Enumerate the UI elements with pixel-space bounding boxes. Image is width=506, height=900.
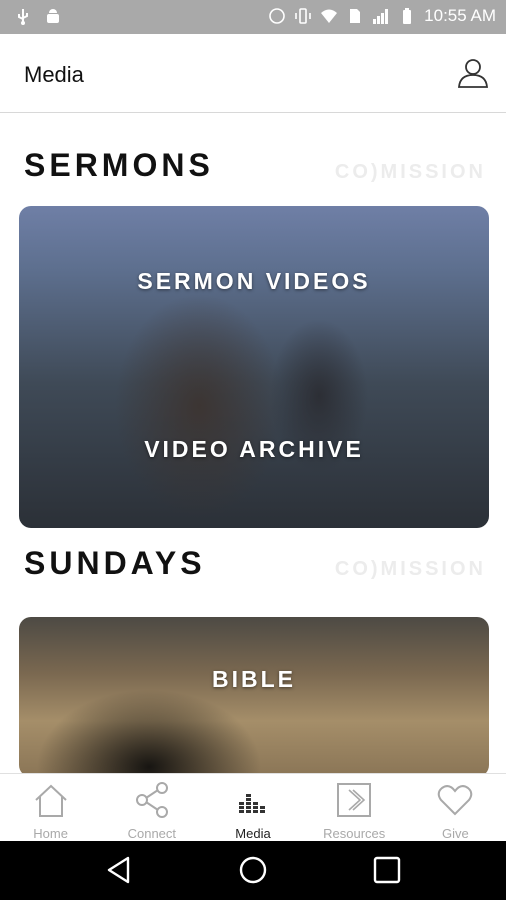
nav-item-media[interactable]: Media	[202, 774, 303, 842]
nav-label-resources: Resources	[323, 826, 386, 841]
video-archive-link[interactable]: VIDEO ARCHIVE	[19, 436, 489, 463]
wifi-icon	[321, 9, 338, 23]
system-nav-bar	[0, 841, 506, 900]
section-watermark-sermons: CO)MISSION	[334, 161, 486, 183]
nav-label-home: Home	[33, 826, 68, 841]
nav-item-home[interactable]: Home	[0, 774, 101, 842]
usb-icon	[18, 9, 28, 25]
battery-icon	[403, 8, 412, 24]
nav-item-resources[interactable]: Resources	[304, 774, 405, 842]
section-title-sermons: SERMONS	[24, 147, 214, 183]
nav-item-give[interactable]: Give	[405, 774, 506, 842]
bible-link[interactable]: BIBLE	[19, 666, 489, 693]
nav-item-connect[interactable]: Connect	[101, 774, 202, 842]
sync-icon	[269, 8, 285, 24]
page-title: Media	[24, 62, 84, 87]
nav-label-media: Media	[235, 826, 271, 841]
home-circle-icon[interactable]	[238, 855, 268, 885]
chevron-right-icon	[337, 783, 372, 817]
share-icon	[135, 782, 168, 818]
sermons-card: SERMON VIDEOS VIDEO ARCHIVE	[19, 206, 489, 528]
media-content: SERMONS CO)MISSION SERMON VIDEOS VIDEO A…	[0, 113, 506, 773]
android-debug-icon	[47, 9, 59, 23]
bottom-nav: Home Connect Media Resources Give	[0, 773, 506, 842]
person-icon[interactable]	[456, 56, 490, 90]
section-title-sundays: SUNDAYS	[24, 545, 206, 581]
vibrate-icon	[295, 8, 311, 24]
signal-icon	[373, 9, 389, 24]
sermon-videos-link[interactable]: SERMON VIDEOS	[19, 268, 489, 295]
sim-icon	[350, 9, 361, 23]
back-icon[interactable]	[104, 855, 134, 885]
status-time: 10:55 AM	[424, 6, 496, 25]
section-watermark-sundays: CO)MISSION	[334, 558, 486, 580]
recents-icon[interactable]	[372, 855, 402, 885]
home-icon	[34, 784, 67, 817]
sundays-card: BIBLE	[19, 617, 489, 773]
app-bar: Media	[0, 34, 506, 113]
nav-label-give: Give	[442, 826, 469, 841]
heart-icon	[438, 785, 473, 816]
equalizer-icon	[239, 794, 265, 813]
status-bar: 10:55 AM	[0, 0, 506, 34]
nav-label-connect: Connect	[127, 826, 177, 841]
